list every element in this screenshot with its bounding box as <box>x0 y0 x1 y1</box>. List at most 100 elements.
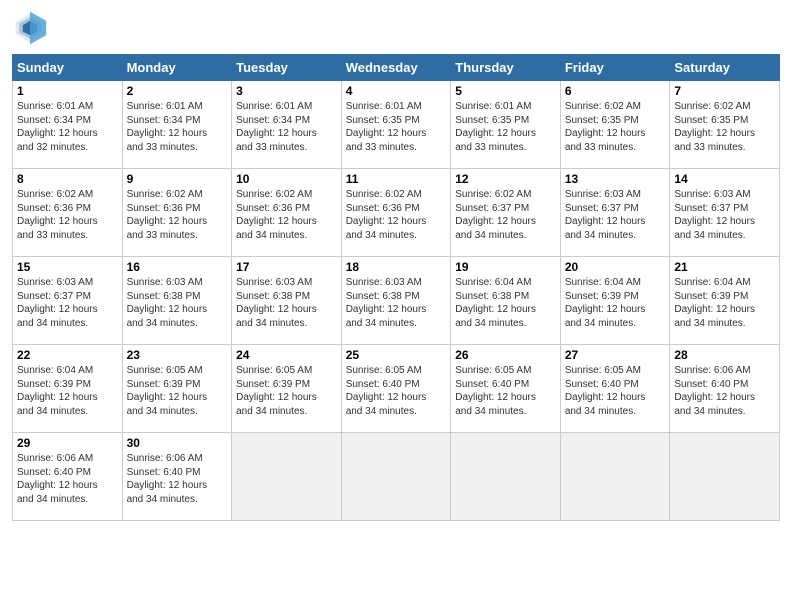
day-info: Sunrise: 6:02 AMSunset: 6:36 PMDaylight:… <box>236 188 337 242</box>
day-cell-13: 13 Sunrise: 6:03 AMSunset: 6:37 PMDaylig… <box>560 169 670 257</box>
day-cell-4: 4 Sunrise: 6:01 AMSunset: 6:35 PMDayligh… <box>341 81 451 169</box>
day-number: 12 <box>455 172 556 186</box>
day-cell-26: 26 Sunrise: 6:05 AMSunset: 6:40 PMDaylig… <box>451 345 561 433</box>
day-number: 2 <box>127 84 228 98</box>
calendar-container: SundayMondayTuesdayWednesdayThursdayFrid… <box>0 0 792 612</box>
day-cell-27: 27 Sunrise: 6:05 AMSunset: 6:40 PMDaylig… <box>560 345 670 433</box>
day-info: Sunrise: 6:03 AMSunset: 6:37 PMDaylight:… <box>674 188 775 242</box>
day-number: 24 <box>236 348 337 362</box>
day-cell-17: 17 Sunrise: 6:03 AMSunset: 6:38 PMDaylig… <box>232 257 342 345</box>
day-info: Sunrise: 6:02 AMSunset: 6:36 PMDaylight:… <box>346 188 447 242</box>
day-info: Sunrise: 6:06 AMSunset: 6:40 PMDaylight:… <box>17 452 118 506</box>
day-cell-23: 23 Sunrise: 6:05 AMSunset: 6:39 PMDaylig… <box>122 345 232 433</box>
day-info: Sunrise: 6:02 AMSunset: 6:35 PMDaylight:… <box>565 100 666 154</box>
week-row-1: 1 Sunrise: 6:01 AMSunset: 6:34 PMDayligh… <box>13 81 780 169</box>
day-info: Sunrise: 6:04 AMSunset: 6:39 PMDaylight:… <box>565 276 666 330</box>
day-info: Sunrise: 6:01 AMSunset: 6:34 PMDaylight:… <box>236 100 337 154</box>
day-info: Sunrise: 6:05 AMSunset: 6:40 PMDaylight:… <box>455 364 556 418</box>
empty-cell <box>341 433 451 521</box>
day-number: 25 <box>346 348 447 362</box>
day-info: Sunrise: 6:04 AMSunset: 6:39 PMDaylight:… <box>17 364 118 418</box>
day-number: 6 <box>565 84 666 98</box>
day-info: Sunrise: 6:01 AMSunset: 6:34 PMDaylight:… <box>127 100 228 154</box>
day-cell-21: 21 Sunrise: 6:04 AMSunset: 6:39 PMDaylig… <box>670 257 780 345</box>
week-row-4: 22 Sunrise: 6:04 AMSunset: 6:39 PMDaylig… <box>13 345 780 433</box>
day-number: 29 <box>17 436 118 450</box>
weekday-header-monday: Monday <box>122 55 232 81</box>
day-number: 23 <box>127 348 228 362</box>
day-info: Sunrise: 6:03 AMSunset: 6:38 PMDaylight:… <box>127 276 228 330</box>
day-info: Sunrise: 6:01 AMSunset: 6:35 PMDaylight:… <box>455 100 556 154</box>
day-cell-14: 14 Sunrise: 6:03 AMSunset: 6:37 PMDaylig… <box>670 169 780 257</box>
day-info: Sunrise: 6:02 AMSunset: 6:36 PMDaylight:… <box>17 188 118 242</box>
day-cell-9: 9 Sunrise: 6:02 AMSunset: 6:36 PMDayligh… <box>122 169 232 257</box>
day-number: 26 <box>455 348 556 362</box>
empty-cell <box>232 433 342 521</box>
week-row-5: 29 Sunrise: 6:06 AMSunset: 6:40 PMDaylig… <box>13 433 780 521</box>
day-number: 27 <box>565 348 666 362</box>
calendar-body: 1 Sunrise: 6:01 AMSunset: 6:34 PMDayligh… <box>13 81 780 521</box>
day-cell-15: 15 Sunrise: 6:03 AMSunset: 6:37 PMDaylig… <box>13 257 123 345</box>
day-number: 10 <box>236 172 337 186</box>
week-row-2: 8 Sunrise: 6:02 AMSunset: 6:36 PMDayligh… <box>13 169 780 257</box>
day-number: 1 <box>17 84 118 98</box>
day-info: Sunrise: 6:05 AMSunset: 6:40 PMDaylight:… <box>565 364 666 418</box>
day-cell-11: 11 Sunrise: 6:02 AMSunset: 6:36 PMDaylig… <box>341 169 451 257</box>
day-cell-25: 25 Sunrise: 6:05 AMSunset: 6:40 PMDaylig… <box>341 345 451 433</box>
day-cell-6: 6 Sunrise: 6:02 AMSunset: 6:35 PMDayligh… <box>560 81 670 169</box>
weekday-header-sunday: Sunday <box>13 55 123 81</box>
header <box>12 10 780 46</box>
day-number: 17 <box>236 260 337 274</box>
weekday-header-saturday: Saturday <box>670 55 780 81</box>
weekday-header-thursday: Thursday <box>451 55 561 81</box>
day-cell-19: 19 Sunrise: 6:04 AMSunset: 6:38 PMDaylig… <box>451 257 561 345</box>
empty-cell <box>560 433 670 521</box>
day-info: Sunrise: 6:05 AMSunset: 6:39 PMDaylight:… <box>236 364 337 418</box>
empty-cell <box>451 433 561 521</box>
day-cell-3: 3 Sunrise: 6:01 AMSunset: 6:34 PMDayligh… <box>232 81 342 169</box>
day-number: 15 <box>17 260 118 274</box>
day-cell-12: 12 Sunrise: 6:02 AMSunset: 6:37 PMDaylig… <box>451 169 561 257</box>
weekday-header-tuesday: Tuesday <box>232 55 342 81</box>
day-cell-10: 10 Sunrise: 6:02 AMSunset: 6:36 PMDaylig… <box>232 169 342 257</box>
day-cell-5: 5 Sunrise: 6:01 AMSunset: 6:35 PMDayligh… <box>451 81 561 169</box>
calendar-table: SundayMondayTuesdayWednesdayThursdayFrid… <box>12 54 780 521</box>
day-number: 21 <box>674 260 775 274</box>
day-cell-28: 28 Sunrise: 6:06 AMSunset: 6:40 PMDaylig… <box>670 345 780 433</box>
day-number: 14 <box>674 172 775 186</box>
day-info: Sunrise: 6:03 AMSunset: 6:38 PMDaylight:… <box>236 276 337 330</box>
week-row-3: 15 Sunrise: 6:03 AMSunset: 6:37 PMDaylig… <box>13 257 780 345</box>
day-number: 5 <box>455 84 556 98</box>
day-cell-8: 8 Sunrise: 6:02 AMSunset: 6:36 PMDayligh… <box>13 169 123 257</box>
day-info: Sunrise: 6:05 AMSunset: 6:39 PMDaylight:… <box>127 364 228 418</box>
day-info: Sunrise: 6:06 AMSunset: 6:40 PMDaylight:… <box>127 452 228 506</box>
day-cell-18: 18 Sunrise: 6:03 AMSunset: 6:38 PMDaylig… <box>341 257 451 345</box>
day-info: Sunrise: 6:02 AMSunset: 6:35 PMDaylight:… <box>674 100 775 154</box>
day-info: Sunrise: 6:02 AMSunset: 6:36 PMDaylight:… <box>127 188 228 242</box>
day-cell-7: 7 Sunrise: 6:02 AMSunset: 6:35 PMDayligh… <box>670 81 780 169</box>
day-cell-30: 30 Sunrise: 6:06 AMSunset: 6:40 PMDaylig… <box>122 433 232 521</box>
day-info: Sunrise: 6:01 AMSunset: 6:35 PMDaylight:… <box>346 100 447 154</box>
day-number: 28 <box>674 348 775 362</box>
day-number: 4 <box>346 84 447 98</box>
day-cell-22: 22 Sunrise: 6:04 AMSunset: 6:39 PMDaylig… <box>13 345 123 433</box>
day-number: 16 <box>127 260 228 274</box>
empty-cell <box>670 433 780 521</box>
day-info: Sunrise: 6:05 AMSunset: 6:40 PMDaylight:… <box>346 364 447 418</box>
day-cell-20: 20 Sunrise: 6:04 AMSunset: 6:39 PMDaylig… <box>560 257 670 345</box>
day-cell-29: 29 Sunrise: 6:06 AMSunset: 6:40 PMDaylig… <box>13 433 123 521</box>
day-info: Sunrise: 6:03 AMSunset: 6:37 PMDaylight:… <box>565 188 666 242</box>
day-number: 18 <box>346 260 447 274</box>
day-number: 22 <box>17 348 118 362</box>
day-info: Sunrise: 6:04 AMSunset: 6:38 PMDaylight:… <box>455 276 556 330</box>
logo-icon <box>12 10 48 46</box>
day-number: 9 <box>127 172 228 186</box>
weekday-header-row: SundayMondayTuesdayWednesdayThursdayFrid… <box>13 55 780 81</box>
day-info: Sunrise: 6:04 AMSunset: 6:39 PMDaylight:… <box>674 276 775 330</box>
day-number: 8 <box>17 172 118 186</box>
day-info: Sunrise: 6:03 AMSunset: 6:37 PMDaylight:… <box>17 276 118 330</box>
day-number: 30 <box>127 436 228 450</box>
weekday-header-friday: Friday <box>560 55 670 81</box>
day-cell-1: 1 Sunrise: 6:01 AMSunset: 6:34 PMDayligh… <box>13 81 123 169</box>
day-info: Sunrise: 6:06 AMSunset: 6:40 PMDaylight:… <box>674 364 775 418</box>
